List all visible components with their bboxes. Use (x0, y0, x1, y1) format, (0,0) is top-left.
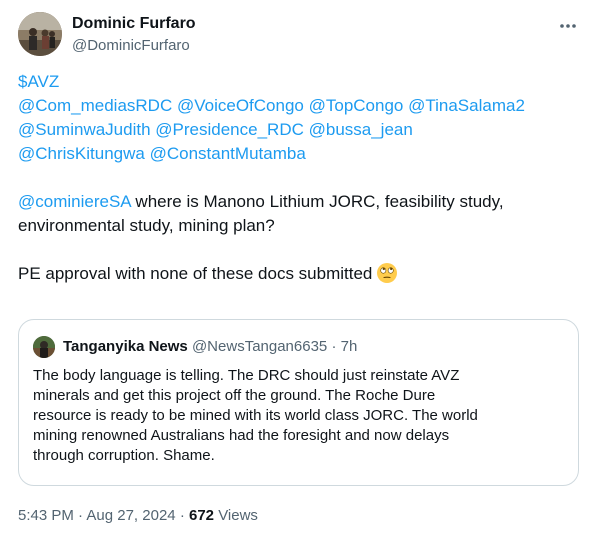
mention-link[interactable]: @TinaSalama2 (408, 96, 525, 115)
quote-text-line: mining renowned Australians had the fore… (33, 427, 450, 444)
author-avatar[interactable] (18, 12, 62, 56)
quote-timestamp[interactable]: 7h (341, 338, 358, 355)
separator: · (331, 338, 337, 355)
mention-link[interactable]: @VoiceOfCongo (177, 96, 304, 115)
quote-header: Tanganyika News @NewsTangan6635 · 7h (63, 337, 357, 357)
profile-photo-icon (33, 336, 55, 358)
tweet-date[interactable]: Aug 27, 2024 (86, 507, 175, 524)
quote-text-line: through corruption. Shame. (33, 447, 215, 464)
tweet-paragraph-text: environmental study, mining plan? (18, 216, 275, 235)
more-horizontal-icon (560, 24, 576, 28)
cashtag-link[interactable]: $AVZ (18, 72, 59, 91)
quote-text-line: resource is ready to be mined with its w… (33, 407, 478, 424)
quote-author-handle[interactable]: @NewsTangan6635 (192, 338, 327, 355)
mention-link[interactable]: @ConstantMutamba (150, 144, 306, 163)
quote-author-name[interactable]: Tanganyika News (63, 338, 188, 355)
face-with-rolling-eyes-emoji-icon (377, 263, 398, 283)
mention-link[interactable]: @Presidence_RDC (155, 120, 304, 139)
quote-author-avatar[interactable] (33, 336, 55, 358)
tweet-text: $AVZ @Com_mediasRDC @VoiceOfCongo @TopCo… (18, 70, 583, 286)
separator: · (179, 507, 185, 524)
quote-text-line: The body language is telling. The DRC sh… (33, 367, 460, 384)
separator: · (78, 507, 84, 524)
mention-link[interactable]: @ChrisKitungwa (18, 144, 145, 163)
author-handle[interactable]: @DominicFurfaro (72, 36, 190, 56)
quoted-tweet[interactable]: Tanganyika News @NewsTangan6635 · 7h The… (18, 319, 579, 486)
mention-link[interactable]: @TopCongo (309, 96, 404, 115)
more-options-button[interactable] (556, 14, 580, 38)
views-label: Views (218, 507, 258, 524)
tweet: Dominic Furfaro @DominicFurfaro $AVZ @Co… (0, 0, 598, 536)
author-name[interactable]: Dominic Furfaro (72, 14, 196, 34)
profile-photo-icon (18, 12, 62, 56)
quote-text: The body language is telling. The DRC sh… (33, 366, 563, 466)
mention-link[interactable]: @SuminwaJudith (18, 120, 151, 139)
mention-link[interactable]: @Com_mediasRDC (18, 96, 172, 115)
tweet-footer: 5:43 PM · Aug 27, 2024 · 672 Views (18, 506, 258, 526)
views-count: 672 (188, 507, 215, 524)
mention-link[interactable]: @cominiereSA (18, 192, 131, 211)
quote-text-line: minerals and get this project off the gr… (33, 387, 436, 404)
tweet-paragraph-text: where is Manono Lithium JORC, feasibilit… (130, 192, 504, 211)
tweet-time[interactable]: 5:43 PM (18, 507, 74, 524)
mention-link[interactable]: @bussa_jean (309, 120, 413, 139)
tweet-paragraph-text: PE approval with none of these docs subm… (18, 264, 373, 283)
